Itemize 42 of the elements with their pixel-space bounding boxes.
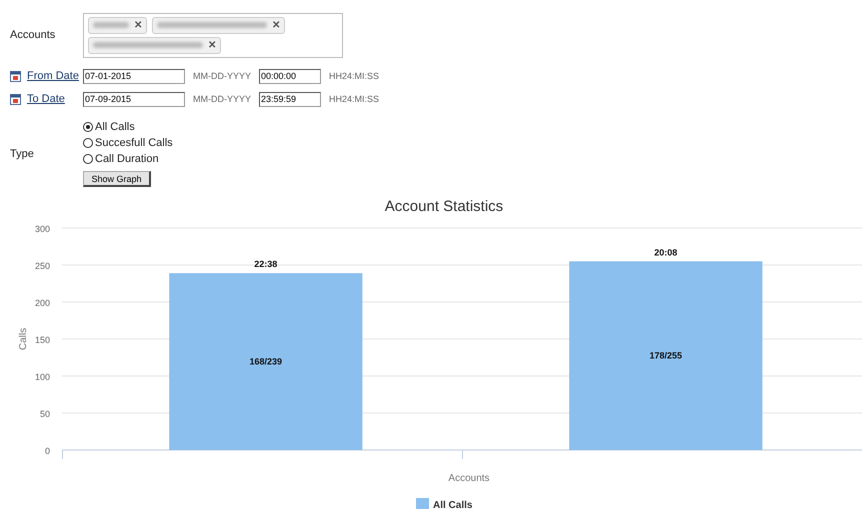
format-hint: MM-DD-YYYY <box>193 94 252 104</box>
radio-button[interactable] <box>83 138 93 148</box>
chart-title: Account Statistics <box>384 198 504 215</box>
axis-tick-label: 150 <box>34 335 50 345</box>
date-field[interactable]: 07-09-2015 <box>83 92 185 106</box>
show-graph-button[interactable]: Show Graph <box>83 171 151 187</box>
remove-button[interactable]: ✕ <box>208 39 216 51</box>
date-link[interactable]: To Date <box>27 93 83 105</box>
field-label: Type <box>9 148 35 160</box>
radio-label[interactable]: All Calls <box>95 120 135 132</box>
accounts-field[interactable]: ✕ ✕ ✕ <box>83 12 343 58</box>
field-label: Accounts <box>9 29 56 41</box>
legend-label[interactable]: All Calls <box>433 500 472 511</box>
axis-tick-label: 200 <box>34 298 50 308</box>
format-hint: HH24:MI:SS <box>329 94 380 104</box>
axis-tick-label: 300 <box>34 224 50 234</box>
radio-label[interactable]: Call Duration <box>95 152 159 164</box>
axis-tick-label: 50 <box>40 409 50 419</box>
data-label: 20:08 <box>654 247 678 258</box>
data-label: 178/255 <box>650 350 682 361</box>
legend-swatch[interactable] <box>416 498 429 509</box>
calendar-icon[interactable] <box>10 94 21 104</box>
data-label: 22:38 <box>254 259 278 270</box>
radio-label[interactable]: Succesfull Calls <box>95 136 173 148</box>
axis-tick-label: 0 <box>44 446 50 456</box>
time-field[interactable]: 00:00:00 <box>259 68 321 84</box>
remove-button[interactable]: ✕ <box>134 19 142 31</box>
remove-button[interactable]: ✕ <box>272 19 280 31</box>
date-link[interactable]: From Date <box>27 70 83 82</box>
axis-title: Accounts <box>448 473 490 484</box>
format-hint: MM-DD-YYYY <box>193 71 252 81</box>
format-hint: HH24:MI:SS <box>329 71 380 81</box>
axis-title: Calls <box>18 328 29 350</box>
calendar-icon[interactable] <box>10 70 21 82</box>
date-field[interactable]: 07-01-2015 <box>83 68 185 84</box>
radio-button[interactable] <box>83 122 93 132</box>
redacted-text <box>93 22 129 28</box>
axis-tick-label: 100 <box>34 372 50 382</box>
axis-tick-label: 250 <box>34 261 50 271</box>
data-label: 168/239 <box>250 356 282 367</box>
radio-button[interactable] <box>83 154 93 164</box>
time-field[interactable]: 23:59:59 <box>259 92 321 106</box>
